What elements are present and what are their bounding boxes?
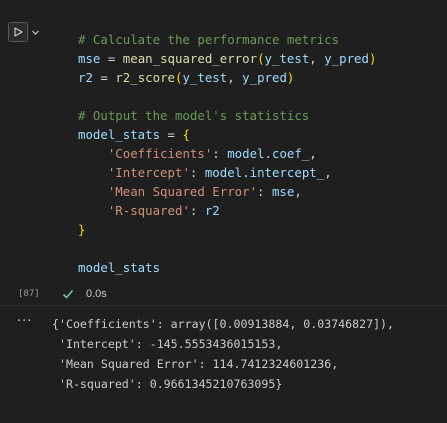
code-token: mse: [271, 184, 295, 199]
code-line: r2 = r2_score(y_test, y_pred): [78, 68, 294, 87]
run-cell-button[interactable]: [8, 22, 28, 42]
execution-count: [87]: [18, 289, 40, 299]
code-token: =: [92, 70, 116, 85]
chevron-down-icon: [31, 30, 39, 35]
output-line: 'R-squared': 0.9661345210763095}: [52, 377, 283, 391]
code-token: # Output the model's statistics: [78, 108, 310, 123]
code-token: # Calculate the performance metrics: [78, 32, 340, 47]
code-token: r2: [78, 70, 93, 85]
code-token: r2: [204, 203, 220, 218]
code-token: ): [286, 70, 295, 85]
code-token: =: [100, 51, 123, 66]
code-token: y_test: [182, 70, 228, 85]
code-token: =: [160, 127, 183, 142]
code-token: ,: [309, 51, 325, 66]
code-token: coef_: [271, 146, 310, 161]
code-token: ,: [294, 184, 302, 199]
code-token: :: [212, 146, 228, 161]
code-token: {: [182, 127, 190, 142]
code-token: model_stats: [78, 127, 161, 142]
code-token: :: [189, 165, 205, 180]
code-token: }: [78, 222, 86, 237]
code-line: 'Intercept': model.intercept_,: [78, 163, 332, 182]
code-token: 'Intercept': [107, 165, 190, 180]
code-line: model_stats = {: [78, 125, 190, 144]
notebook-cell: # Calculate the performance metrics mse =…: [0, 0, 447, 305]
code-token: ,: [309, 146, 317, 161]
code-line: 'Coefficients': model.coef_,: [78, 144, 317, 163]
code-token: intercept_: [249, 165, 325, 180]
code-token: 'Mean Squared Error': [107, 184, 258, 199]
code-token: ): [368, 51, 377, 66]
code-line: model_stats: [78, 258, 160, 277]
run-controls: [8, 22, 44, 42]
play-icon: [14, 27, 23, 37]
code-token: ,: [227, 70, 243, 85]
code-token: mean_squared_error: [122, 51, 258, 66]
code-token: model_stats: [78, 260, 161, 275]
output-more-actions-button[interactable]: ···: [17, 314, 32, 329]
code-token: (: [257, 51, 265, 66]
code-token: y_pred: [324, 51, 369, 66]
code-token: .: [242, 165, 250, 180]
code-token: :: [189, 203, 205, 218]
code-token: r2_score: [115, 70, 175, 85]
code-line: # Calculate the performance metrics: [78, 30, 339, 49]
code-token: y_test: [264, 51, 310, 66]
output-line: 'Mean Squared Error': 114.7412324601236,: [52, 357, 339, 371]
code-line: 'R-squared': r2: [78, 201, 220, 220]
code-line: # Output the model's statistics: [78, 106, 309, 125]
output-line: 'Intercept': -145.5553436015153,: [52, 337, 283, 351]
execution-time: 0.0s: [86, 288, 107, 300]
code-token: mse: [78, 51, 101, 66]
code-token: ,: [324, 165, 332, 180]
code-line: }: [78, 220, 85, 239]
check-icon: [62, 289, 74, 299]
code-token: model: [204, 165, 243, 180]
code-line: mse = mean_squared_error(y_test, y_pred): [78, 49, 376, 68]
code-token: .: [264, 146, 272, 161]
code-token: :: [257, 184, 272, 199]
code-line: 'Mean Squared Error': mse,: [78, 182, 302, 201]
output-line: {'Coefficients': array([0.00913884, 0.03…: [52, 317, 395, 331]
code-token: 'Coefficients': [107, 146, 213, 161]
code-token: model: [227, 146, 265, 161]
run-options-dropdown[interactable]: [28, 22, 42, 42]
cell-output: ··· {'Coefficients': array([0.00913884, …: [0, 306, 447, 423]
code-token: 'R-squared': [107, 203, 190, 218]
code-editor[interactable]: # Calculate the performance metrics mse =…: [62, 12, 447, 284]
code-token: y_pred: [242, 70, 287, 85]
